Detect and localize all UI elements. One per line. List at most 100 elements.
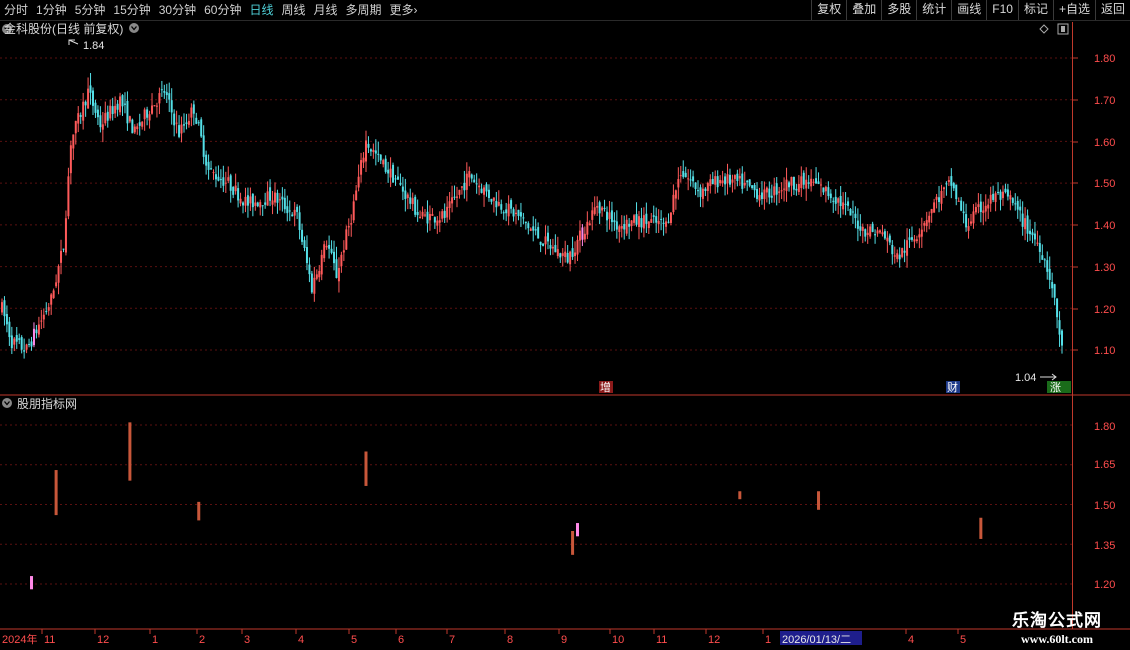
candle-body <box>652 215 655 217</box>
candle-body <box>283 197 286 210</box>
candle-body <box>492 197 495 201</box>
candle-body <box>869 226 872 237</box>
indicator-signal-bar <box>575 523 579 537</box>
candle-body <box>502 212 505 214</box>
candle-body <box>817 181 820 185</box>
candle-body <box>847 201 850 206</box>
candle-body <box>517 209 520 216</box>
ytick-3: 1.60 <box>1094 137 1115 149</box>
candle-body <box>185 122 188 124</box>
candle-body <box>320 254 323 275</box>
candle-body <box>635 214 638 225</box>
candle-body <box>746 180 749 183</box>
indicator-collapse-icon[interactable] <box>2 398 12 408</box>
candle-body <box>237 188 240 201</box>
candle-body <box>879 230 882 233</box>
low-price-label: 1.04 <box>1015 372 1036 384</box>
candle-body <box>45 311 48 313</box>
candle-body <box>379 154 382 161</box>
candle-body <box>497 202 500 206</box>
candle-body <box>187 120 190 125</box>
candle-body <box>232 186 235 195</box>
candle-body <box>219 179 222 181</box>
candle-body <box>660 218 663 220</box>
candle-body <box>994 193 997 203</box>
candle-body <box>323 244 326 259</box>
candle-body <box>650 219 653 223</box>
candle-body <box>387 169 390 174</box>
candle-body <box>357 176 360 188</box>
candle-body <box>512 209 515 217</box>
candle-body <box>74 120 77 134</box>
candle-body <box>261 205 264 207</box>
high-marker-arrow <box>68 39 79 45</box>
candle-body <box>414 196 417 215</box>
candle-body <box>8 321 11 338</box>
indicator-signal-bar <box>738 491 742 500</box>
candle-body <box>337 267 340 282</box>
candle-body <box>1019 206 1022 211</box>
candle-body <box>296 206 299 212</box>
candle-body <box>510 200 513 209</box>
candle-body <box>645 213 648 224</box>
xlabel-10: 10 <box>612 634 624 646</box>
candle-body <box>960 200 963 211</box>
candle-body <box>333 251 336 264</box>
candle-body <box>52 290 55 298</box>
candle-body <box>227 177 230 181</box>
candle-body <box>273 192 276 203</box>
candle-body <box>465 173 468 190</box>
candle-body <box>200 119 203 137</box>
ytick-7: 1.20 <box>1094 304 1115 316</box>
candle-body <box>859 226 862 231</box>
candle-body <box>382 160 385 165</box>
title-dropdown-icon[interactable] <box>129 23 139 33</box>
candle-body <box>475 183 478 185</box>
candle-body <box>1043 259 1046 261</box>
candle-body <box>421 211 424 217</box>
kline-chart[interactable]: 金科股份(日线 前复权) 金科股份(日线 前复权) 1.84 1.04 增 财 … <box>0 0 1130 650</box>
candle-body <box>827 187 830 197</box>
candle-body <box>731 179 734 183</box>
candle-body <box>992 193 995 200</box>
candle-body <box>549 245 552 249</box>
candle-body <box>69 145 72 174</box>
candle-body <box>276 192 279 203</box>
candle-body <box>62 248 65 250</box>
candle-body <box>519 212 522 217</box>
candle-body <box>1051 282 1054 289</box>
candle-body <box>701 188 704 199</box>
candle-body <box>893 255 896 257</box>
candle-body <box>168 93 171 100</box>
candle-body <box>180 124 183 134</box>
candle-body <box>711 178 714 185</box>
candle-body <box>633 215 636 223</box>
candle-body <box>669 212 672 223</box>
candle-body <box>792 176 795 190</box>
candle-body <box>785 179 788 192</box>
candle-body <box>50 294 53 305</box>
ind-ytick-4: 1.35 <box>1094 540 1115 552</box>
event-marker-zhangting[interactable]: 涨 <box>1050 381 1061 394</box>
candle-body <box>473 179 476 183</box>
candle-body <box>910 237 913 240</box>
candle-body <box>389 168 392 178</box>
diamond-icon[interactable] <box>1039 24 1049 34</box>
candle-body <box>581 227 584 240</box>
candle-body <box>876 230 879 234</box>
candle-body <box>47 307 50 311</box>
candle-body <box>667 221 670 223</box>
candle-body <box>677 179 680 188</box>
candle-body <box>394 178 397 180</box>
candle-body <box>515 212 518 215</box>
event-marker-zeng[interactable]: 增 <box>600 380 611 394</box>
candle-body <box>741 173 744 189</box>
xlabel-11: 11 <box>44 634 55 646</box>
candle-body <box>1033 233 1036 240</box>
event-marker-cai[interactable]: 财 <box>947 380 958 394</box>
ytick-5: 1.40 <box>1094 220 1115 232</box>
candle-body <box>254 202 257 206</box>
indicator-signal-bar <box>30 576 34 590</box>
candle-body <box>60 250 63 263</box>
candle-body <box>950 176 953 186</box>
